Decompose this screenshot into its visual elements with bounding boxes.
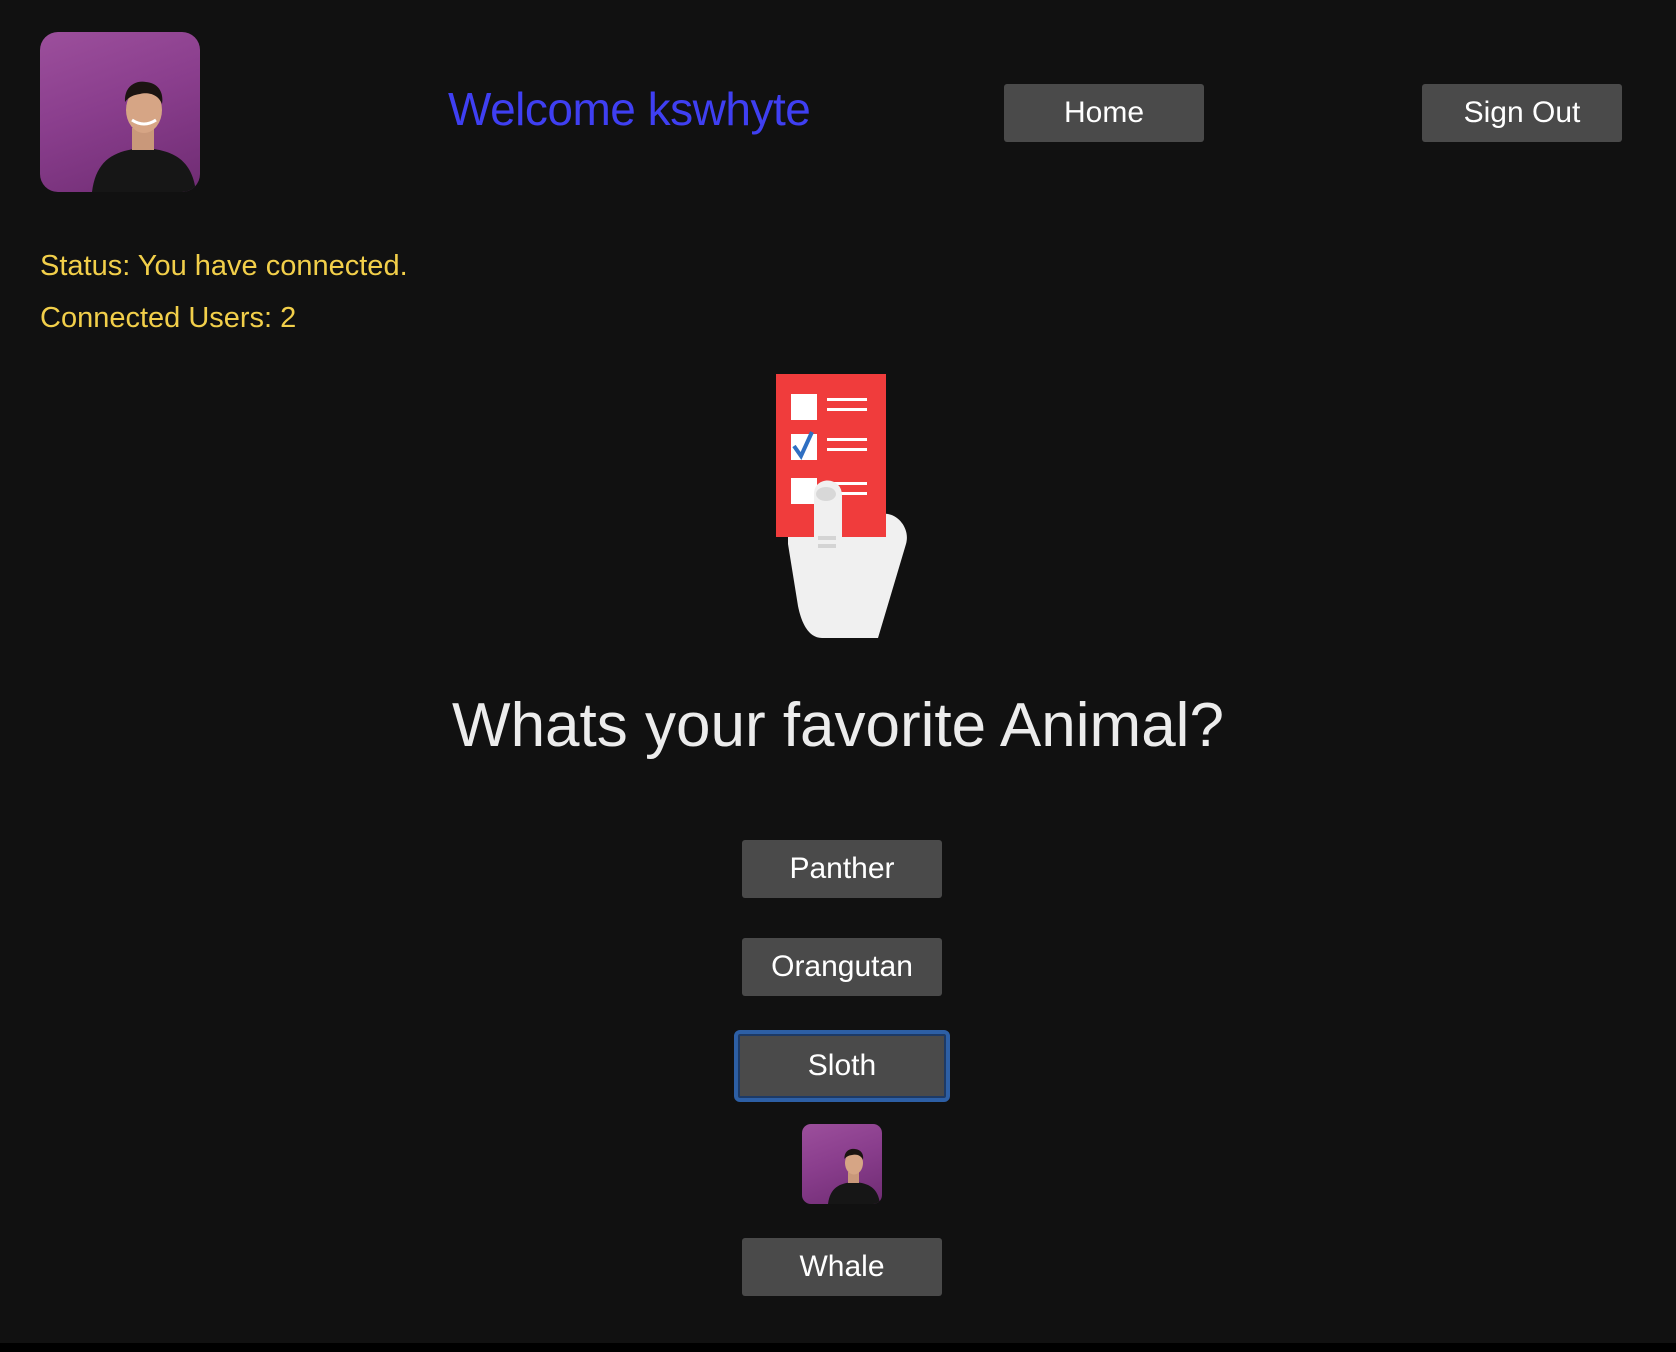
connected-users-label: Connected Users: xyxy=(40,302,281,334)
poll-question: Whats your favorite Animal? xyxy=(452,691,1224,760)
option-panther-button[interactable]: Panther xyxy=(742,840,942,898)
welcome-heading: Welcome kswhyte xyxy=(448,83,811,135)
connection-status: Status: You have connected. xyxy=(40,250,408,282)
person-photo-icon xyxy=(828,1148,880,1204)
option-sloth-button[interactable]: Sloth xyxy=(734,1030,950,1102)
user-avatar xyxy=(40,32,200,192)
page-background: Welcome kswhyte Home Sign Out Status: Yo… xyxy=(0,0,1676,1343)
option-orangutan-button[interactable]: Orangutan xyxy=(742,938,942,996)
connected-users-count: 2 xyxy=(280,302,297,334)
connected-users: Connected Users: 2 xyxy=(40,302,296,335)
person-photo-icon xyxy=(92,81,196,192)
sign-out-button[interactable]: Sign Out xyxy=(1422,84,1622,142)
ballot-hand-icon xyxy=(770,374,920,638)
home-button[interactable]: Home xyxy=(1004,84,1204,142)
option-whale-button[interactable]: Whale xyxy=(742,1238,942,1296)
voter-avatar xyxy=(802,1124,882,1204)
